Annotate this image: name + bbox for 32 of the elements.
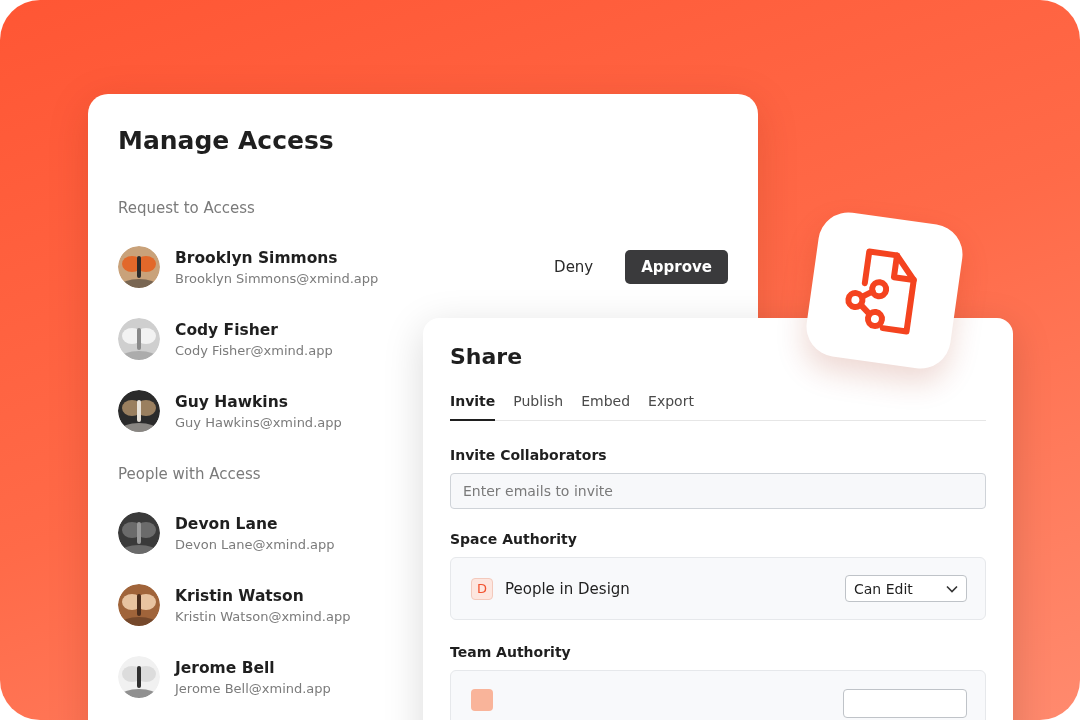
permission-dropdown[interactable]: Can Edit [845,575,967,602]
person-name: Brooklyn Simmons [175,248,338,267]
person-email: Kristin Watson@xmind.app [175,608,351,624]
card-title: Share [450,344,524,369]
person-name: Kristin Watson [175,586,304,605]
person-email: Cody Fisher@xmind.app [175,342,333,358]
chevron-down-icon [946,584,958,593]
permission-dropdown[interactable] [843,689,967,718]
deny-button[interactable]: Deny [538,250,610,284]
card-title: Manage Access [118,126,335,155]
field-label: Space Authority [450,531,578,547]
group-badge: D [471,577,493,600]
person-email: Brooklyn Simmons@xmind.app [175,270,379,286]
person-name: Devon Lane [175,514,278,533]
tab[interactable]: Embed [581,393,631,421]
person-name: Jerome Bell [175,658,275,677]
approve-button[interactable]: Approve [625,250,728,284]
section-heading: Request to Access [118,199,256,217]
section-heading: People with Access [118,465,262,483]
person-email: Guy Hawkins@xmind.app [175,414,342,430]
person-name: Guy Hawkins [175,392,288,411]
field-label: Team Authority [450,644,572,660]
group-name: People in Design [505,579,631,598]
person-email: Jerome Bell@xmind.app [175,680,331,696]
person-email: Devon Lane@xmind.app [175,536,335,552]
tab[interactable]: Invite [450,393,496,421]
email-input-field[interactable]: Enter emails to invite [450,473,986,509]
group-badge [471,689,493,711]
person-name: Cody Fisher [175,320,278,339]
tab[interactable]: Export [648,393,694,421]
tab[interactable]: Publish [513,393,564,421]
field-label: Invite Collaborators [450,447,608,463]
